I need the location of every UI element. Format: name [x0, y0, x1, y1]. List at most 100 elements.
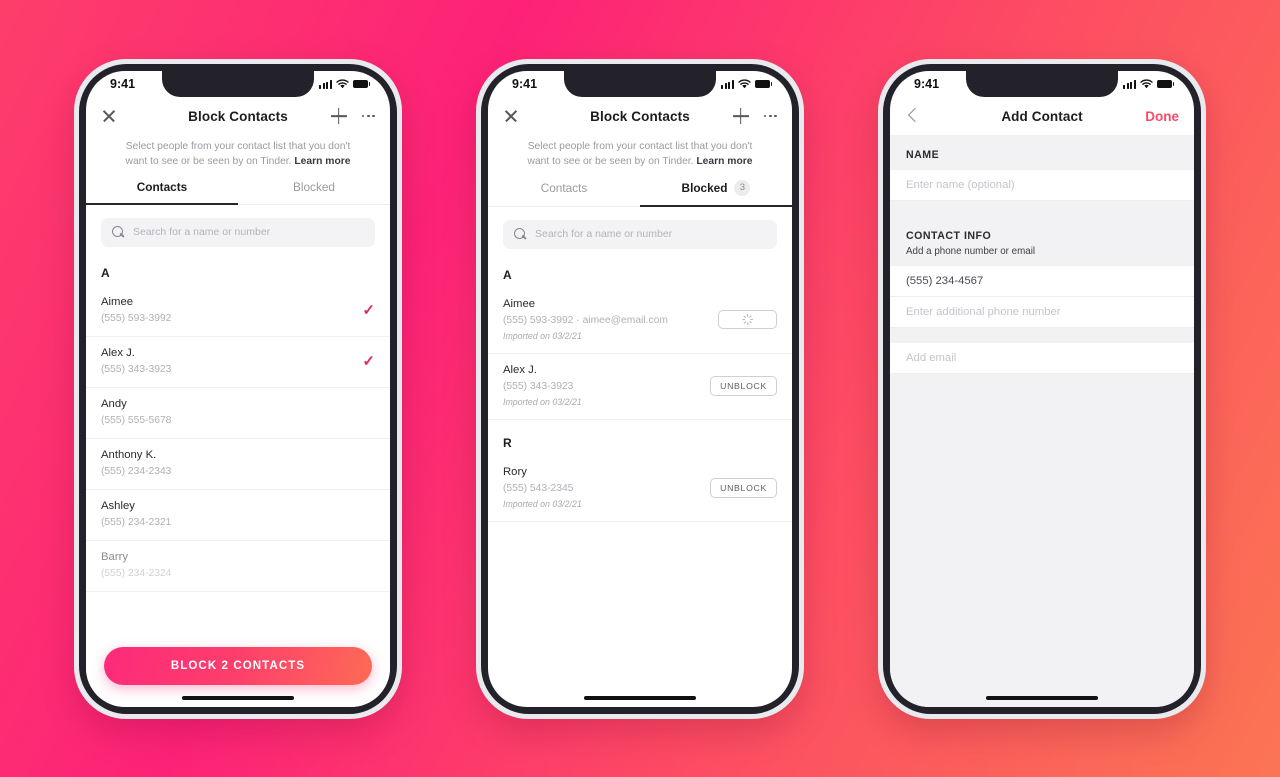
- unblock-loading-button[interactable]: [718, 310, 777, 329]
- chevron-left-icon[interactable]: [905, 109, 919, 123]
- contact-name: Ashley: [101, 499, 135, 512]
- status-bar-time: 9:41: [914, 77, 940, 91]
- search-input[interactable]: Search for a name or number: [101, 217, 375, 247]
- section-header: R: [503, 435, 512, 450]
- status-bar: 9:41: [86, 71, 390, 98]
- more-options-icon[interactable]: [763, 114, 777, 118]
- wifi-icon: [1140, 79, 1153, 89]
- search-icon: [112, 226, 124, 238]
- table-row[interactable]: Andy (555) 555-5678: [86, 388, 390, 439]
- checkmark-icon[interactable]: ✓: [362, 354, 375, 369]
- contact-name: Aimee: [503, 297, 536, 310]
- table-row[interactable]: Aimee (555) 593-3992 · aimee@email.com I…: [488, 288, 792, 354]
- phone-mockup-stage: 9:41 Block Contacts Select people from y…: [0, 0, 1280, 777]
- navbar: Block Contacts: [488, 98, 792, 135]
- name-field-placeholder: Enter name (optional): [906, 178, 1015, 191]
- contact-name: Rory: [503, 465, 527, 478]
- phone-screen: 9:41 Block Contacts Select people from y…: [86, 70, 390, 707]
- tab-contacts-label: Contacts: [540, 180, 588, 195]
- close-icon[interactable]: [101, 109, 116, 124]
- block-contacts-button[interactable]: BLOCK 2 CONTACTS: [104, 646, 372, 685]
- table-row[interactable]: Barry (555) 234-2324: [86, 541, 390, 592]
- contact-name: Alex J.: [503, 363, 537, 376]
- status-bar-time: 9:41: [512, 77, 538, 91]
- email-field[interactable]: Add email: [890, 342, 1194, 374]
- section-header: A: [503, 267, 512, 282]
- section-header: A: [101, 265, 110, 280]
- home-indicator: [182, 695, 294, 700]
- table-row[interactable]: Alex J. (555) 343-3923 Imported on 03/2/…: [488, 354, 792, 420]
- contact-name: Barry: [101, 550, 128, 563]
- learn-more-link[interactable]: Learn more: [696, 156, 752, 167]
- navbar: Add Contact Done: [890, 98, 1194, 135]
- battery-icon: [755, 80, 773, 88]
- search-placeholder: Search for a name or number: [133, 226, 271, 238]
- contact-detail: (555) 593-3992 · aimee@email.com: [503, 314, 668, 326]
- tab-bar: Contacts Blocked: [86, 180, 390, 205]
- checkmark-icon[interactable]: ✓: [362, 303, 375, 318]
- phone-screen: 9:41 Block Contacts Select people from y…: [488, 70, 792, 707]
- name-field[interactable]: Enter name (optional): [890, 169, 1194, 201]
- table-row[interactable]: Rory (555) 543-2345 Imported on 03/2/21 …: [488, 456, 792, 522]
- contact-phone: (555) 555-5678: [101, 414, 172, 426]
- primary-phone-value: (555) 234-4567: [906, 274, 984, 287]
- wifi-icon: [336, 79, 349, 89]
- contact-phone: (555) 343-3923: [101, 363, 172, 375]
- tab-active-indicator: [640, 204, 792, 207]
- search-input[interactable]: Search for a name or number: [503, 219, 777, 249]
- search-area: Search for a name or number: [488, 207, 792, 252]
- more-options-icon[interactable]: [361, 114, 375, 118]
- primary-phone-field[interactable]: (555) 234-4567: [890, 265, 1194, 297]
- subtitle: Select people from your contact list tha…: [488, 135, 792, 169]
- done-button[interactable]: Done: [1145, 109, 1179, 124]
- cellular-bars-icon: [720, 79, 734, 89]
- contact-phone: (555) 234-2343: [101, 465, 172, 477]
- tab-blocked[interactable]: Blocked 3: [640, 179, 792, 207]
- status-bar: 9:41: [890, 71, 1194, 98]
- home-indicator: [986, 695, 1098, 700]
- tab-bar: Contacts Blocked 3: [488, 179, 792, 207]
- table-row[interactable]: Alex J. (555) 343-3923 ✓: [86, 337, 390, 388]
- tab-blocked[interactable]: Blocked: [238, 180, 390, 205]
- contact-info-section-desc: Add a phone number or email: [906, 245, 1036, 257]
- contact-imported-date: Imported on 03/2/21: [503, 396, 582, 407]
- status-bar-time: 9:41: [110, 77, 136, 91]
- contact-detail: (555) 343-3923: [503, 380, 574, 392]
- status-bar-indicators: [318, 79, 371, 89]
- tab-contacts[interactable]: Contacts: [488, 180, 640, 207]
- table-row[interactable]: Aimee (555) 593-3992 ✓: [86, 286, 390, 337]
- learn-more-link[interactable]: Learn more: [294, 156, 350, 167]
- phone-screen: 9:41 Add Contact Done NAME Enter name (o…: [890, 70, 1194, 707]
- email-field-placeholder: Add email: [906, 351, 957, 364]
- add-contact-form: NAME Enter name (optional) CONTACT INFO …: [890, 134, 1194, 707]
- contact-name: Andy: [101, 397, 127, 410]
- phone-add-contact: 9:41 Add Contact Done NAME Enter name (o…: [878, 58, 1206, 719]
- contact-phone: (555) 593-3992: [101, 312, 172, 324]
- name-section-header: NAME: [890, 135, 1194, 170]
- navbar: Block Contacts: [86, 98, 390, 135]
- unblock-button[interactable]: UNBLOCK: [710, 477, 777, 498]
- contact-imported-date: Imported on 03/2/21: [503, 330, 582, 341]
- additional-phone-field[interactable]: Enter additional phone number: [890, 296, 1194, 328]
- close-icon[interactable]: [503, 109, 518, 124]
- status-bar-indicators: [1122, 79, 1175, 89]
- contact-phone: (555) 234-2321: [101, 516, 172, 528]
- cellular-bars-icon: [318, 79, 332, 89]
- contacts-list: A Aimee (555) 593-3992 ✓ Alex J. (555) 3…: [86, 250, 390, 592]
- blocked-list: A Aimee (555) 593-3992 · aimee@email.com…: [488, 252, 792, 522]
- search-placeholder: Search for a name or number: [535, 228, 673, 240]
- contact-name: Aimee: [101, 295, 134, 308]
- tab-contacts[interactable]: Contacts: [86, 180, 238, 205]
- battery-icon: [353, 80, 371, 88]
- table-row[interactable]: Ashley (555) 234-2321: [86, 490, 390, 541]
- table-row[interactable]: Anthony K. (555) 234-2343: [86, 439, 390, 490]
- plus-icon[interactable]: [733, 108, 749, 124]
- name-section-title: NAME: [906, 148, 940, 161]
- unblock-button[interactable]: UNBLOCK: [710, 375, 777, 396]
- battery-icon: [1157, 80, 1175, 88]
- contact-imported-date: Imported on 03/2/21: [503, 498, 582, 509]
- phone-block-contacts-contacts: 9:41 Block Contacts Select people from y…: [74, 58, 402, 719]
- search-area: Search for a name or number: [86, 205, 390, 250]
- contact-info-section-title: CONTACT INFO: [906, 229, 992, 242]
- plus-icon[interactable]: [331, 108, 347, 124]
